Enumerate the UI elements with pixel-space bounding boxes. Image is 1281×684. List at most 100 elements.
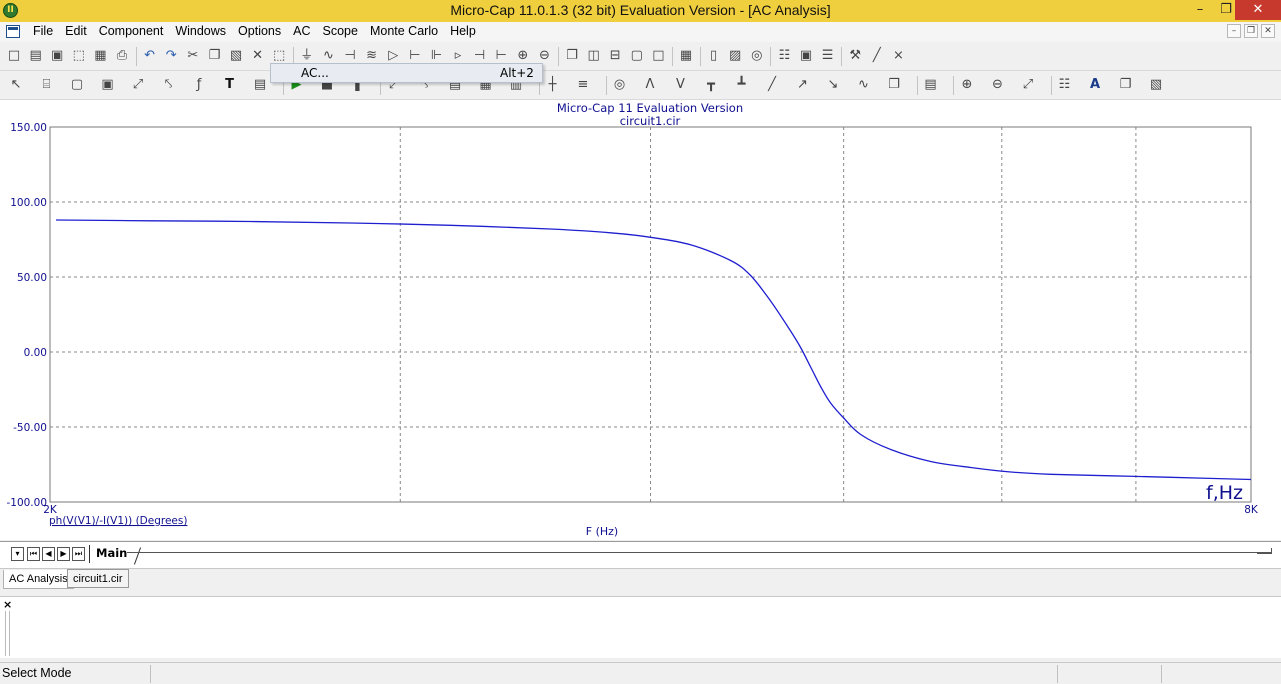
plot-area[interactable]: 150.00 100.00 50.00 0.00 -50.00 -100.00 2K 8K ph… xyxy=(0,100,1281,540)
menu-scope[interactable]: Scope xyxy=(317,24,364,38)
plot-icon[interactable]: ╱ xyxy=(868,47,886,65)
copy-icon[interactable]: ❐ xyxy=(205,47,223,65)
print-icon[interactable]: ⎙ xyxy=(113,47,131,65)
tile-vertical-icon[interactable]: ◫ xyxy=(585,47,603,65)
toolbar-separator xyxy=(770,47,772,66)
component-editor-icon[interactable]: ▨ xyxy=(726,47,744,65)
document-tabs: AC Analysis circuit1.cir xyxy=(0,568,1281,590)
tools-icon[interactable]: ⚒ xyxy=(846,47,864,65)
delete-icon[interactable]: ✕ xyxy=(249,47,267,65)
layout-icon[interactable]: ☷ xyxy=(1056,76,1074,94)
output-close-icon[interactable]: × xyxy=(3,598,12,611)
legend-icon[interactable]: ≡ xyxy=(574,76,592,94)
low-icon[interactable]: ┻ xyxy=(733,76,751,94)
status-text: Select Mode xyxy=(2,666,72,680)
undo-icon[interactable]: ↶ xyxy=(141,47,159,65)
parameters-icon[interactable]: ☰ xyxy=(819,47,837,65)
analysis-toolbar: ↖ ⌸ ▢ ▣ ⤢ ⤣ ƒ T ▤ ▶ ■ ❚ ⤢ ⤣ ▤ ▦ ▥ ┼ ≡ ◎ Λ V ┳ ┻ ╱ ↗ ↘ ∿ ❐ ▤ ⊕ ⊖ ⤢ ☷ A ❐ ▧ xyxy=(0,71,1281,100)
ac-analysis-menu-item[interactable]: AC... xyxy=(301,66,329,80)
axes-icon[interactable]: ┼ xyxy=(544,76,562,94)
analysis-icon[interactable]: ☷ xyxy=(775,47,793,65)
menu-ac[interactable]: AC xyxy=(287,24,316,38)
trace-label: ph(V(V1)/-I(V1)) (Degrees) xyxy=(49,515,187,527)
tab-prev-icon[interactable]: ◀ xyxy=(42,547,55,561)
text-icon[interactable]: T xyxy=(221,76,239,94)
tab-last-icon[interactable]: ⏭ xyxy=(72,547,85,561)
phase-trace xyxy=(55,219,1252,481)
new-icon[interactable]: □ xyxy=(5,47,23,65)
minimize-icon[interactable]: – xyxy=(1186,0,1214,20)
close-icon[interactable]: ✕ xyxy=(1235,0,1281,20)
save-icon[interactable]: ▣ xyxy=(48,47,66,65)
print-preview-icon[interactable]: ▦ xyxy=(91,47,109,65)
export-icon[interactable]: ⬚ xyxy=(70,47,88,65)
graph-icon[interactable]: ▣ xyxy=(99,76,117,94)
high-icon[interactable]: ┳ xyxy=(702,76,720,94)
scope-icon[interactable]: ◎ xyxy=(611,76,629,94)
toolbar-separator xyxy=(841,47,843,66)
main-toolbar: □ ▤ ▣ ⬚ ▦ ⎙ ↶ ↷ ✂ ❐ ▧ ✕ ⬚ ⏚ ∿ ⊣ ≋ ▷ ⊢ ⊩ ▹ ⊣ ⊢ ⊕ ⊖ ❐ ◫ ⊟ ▢ □ ▦ ▯ ▨ ◎ ☷ ▣ ☰ ⚒ ╱ ⨯ xyxy=(0,42,1281,71)
mdi-close-icon[interactable]: ✕ xyxy=(1261,24,1275,38)
resize-grip[interactable] xyxy=(1257,548,1272,554)
rise-icon[interactable]: ↗ xyxy=(794,76,812,94)
slope-icon[interactable]: ╱ xyxy=(763,76,781,94)
mdi-minimize-icon[interactable]: – xyxy=(1227,24,1241,38)
cut-icon[interactable]: ✂ xyxy=(184,47,202,65)
tab-next-icon[interactable]: ▶ xyxy=(57,547,70,561)
page-icon[interactable]: ▯ xyxy=(705,47,723,65)
menu-component[interactable]: Component xyxy=(93,24,170,38)
stepping-icon[interactable]: ⨯ xyxy=(889,47,907,65)
probe-icon[interactable]: ▣ xyxy=(797,47,815,65)
tab-scroll-menu-icon[interactable]: ▾ xyxy=(11,547,24,561)
calculator-icon[interactable]: ▦ xyxy=(677,47,695,65)
copy-icon[interactable]: ❐ xyxy=(1117,76,1135,94)
mdi-restore-icon[interactable]: ❐ xyxy=(1244,24,1258,38)
properties-icon[interactable]: ▤ xyxy=(251,76,269,94)
tab-main[interactable]: Main xyxy=(88,545,133,563)
maximize-icon[interactable]: □ xyxy=(649,47,667,65)
toolbar-separator xyxy=(916,76,918,95)
peak-icon[interactable]: Λ xyxy=(641,76,659,94)
scale-icon[interactable]: ⤢ xyxy=(129,76,147,94)
cascade-icon[interactable]: ❐ xyxy=(563,47,581,65)
valley-icon[interactable]: V xyxy=(672,76,690,94)
menu-file[interactable]: File xyxy=(27,24,59,38)
paste-icon[interactable]: ▧ xyxy=(1147,76,1165,94)
y-tick-label: 100.00 xyxy=(10,197,47,209)
redo-icon[interactable]: ↷ xyxy=(162,47,180,65)
select-mode-icon[interactable]: ↖ xyxy=(7,76,25,94)
tab-circuit1[interactable]: circuit1.cir xyxy=(67,569,129,588)
zoom-in-icon[interactable]: ⊕ xyxy=(958,76,976,94)
toolbar-separator xyxy=(605,76,607,95)
ac-menu-dropdown: AC... Alt+2 xyxy=(270,63,543,83)
inflection-icon[interactable]: ∿ xyxy=(855,76,873,94)
open-icon[interactable]: ▤ xyxy=(27,47,45,65)
menu-edit[interactable]: Edit xyxy=(59,24,93,38)
tab-ac-analysis[interactable]: AC Analysis xyxy=(3,570,74,589)
menu-monte-carlo[interactable]: Monte Carlo xyxy=(364,24,444,38)
zoom-out-icon[interactable]: ⊖ xyxy=(989,76,1007,94)
tab-first-icon[interactable]: ⏮ xyxy=(27,547,40,561)
toolbar-separator xyxy=(558,47,559,66)
ac-analysis-chart[interactable]: 150.00100.0050.000.00-50.00-100.002K 8Kph… xyxy=(0,100,1281,540)
output-splitter[interactable] xyxy=(5,611,10,656)
fit-icon[interactable]: ⤢ xyxy=(1019,76,1037,94)
tile-horizontal-icon[interactable]: ⊟ xyxy=(606,47,624,65)
window-icon[interactable]: ▢ xyxy=(628,47,646,65)
fall-icon[interactable]: ↘ xyxy=(824,76,842,94)
menu-windows[interactable]: Windows xyxy=(169,24,232,38)
zoom-box-icon[interactable]: ⤣ xyxy=(160,76,178,94)
y-tick-label: -50.00 xyxy=(13,422,47,434)
globe-icon[interactable]: ◎ xyxy=(748,47,766,65)
menu-help[interactable]: Help xyxy=(444,24,482,38)
font-icon[interactable]: A xyxy=(1086,76,1104,94)
document-icon[interactable] xyxy=(6,25,20,38)
paste-icon[interactable]: ▧ xyxy=(227,47,245,65)
copy-data-icon[interactable]: ❐ xyxy=(885,76,903,94)
component-mode-icon[interactable]: ⌸ xyxy=(38,76,56,94)
window-icon[interactable]: ▢ xyxy=(68,76,86,94)
formula-icon[interactable]: ƒ xyxy=(190,76,208,94)
menu-options[interactable]: Options xyxy=(232,24,287,38)
export-data-icon[interactable]: ▤ xyxy=(922,76,940,94)
page-tab-strip: ▾ ⏮ ◀ ▶ ⏭ Main xyxy=(0,541,1281,568)
